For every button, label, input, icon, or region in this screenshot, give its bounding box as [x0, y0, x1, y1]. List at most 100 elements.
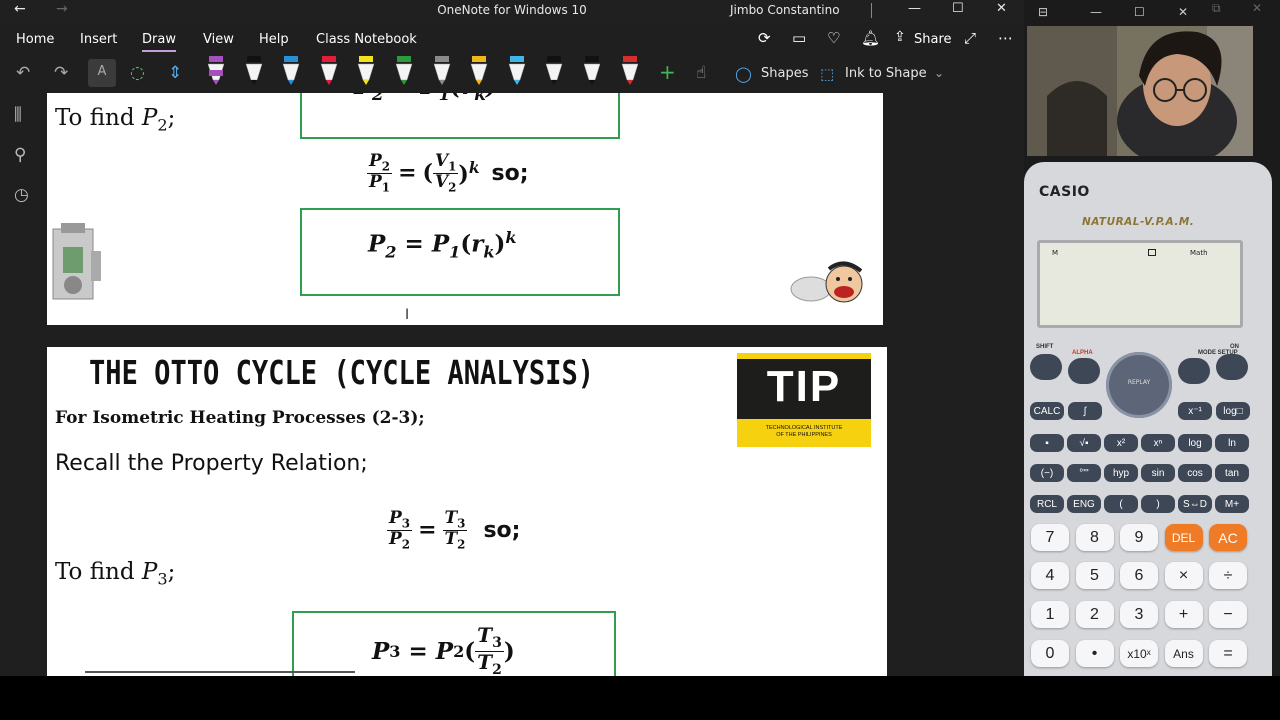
mode-key[interactable]: [1178, 358, 1210, 384]
func-key-3-4[interactable]: S⇔D: [1178, 495, 1212, 513]
bell-icon[interactable]: 🔔︎: [861, 29, 880, 47]
num-key-3-1[interactable]: •: [1075, 640, 1114, 667]
func-key-0-0[interactable]: CALC: [1030, 402, 1064, 420]
on-key[interactable]: [1216, 354, 1248, 380]
minimize-icon[interactable]: —: [908, 1, 921, 16]
add-pen-icon[interactable]: +: [659, 60, 676, 84]
more-icon[interactable]: ⋯: [998, 29, 1013, 47]
lightbulb-icon[interactable]: ♡: [827, 29, 840, 47]
num-key-1-2[interactable]: 6: [1120, 562, 1158, 589]
tab-help[interactable]: Help: [259, 32, 289, 47]
maximize-icon[interactable]: ☐: [952, 1, 964, 16]
notebooks-icon[interactable]: ⫼: [14, 105, 22, 125]
shapes-icon[interactable]: ◯: [735, 65, 752, 83]
num-key-3-4[interactable]: =: [1209, 640, 1247, 667]
shift-label: SHIFT: [1036, 344, 1054, 350]
pen-6-icon[interactable]: [392, 56, 416, 86]
func-key-0-1[interactable]: ∫: [1068, 402, 1102, 420]
func-key-3-0[interactable]: RCL: [1030, 495, 1064, 513]
share-icon[interactable]: ⇪: [894, 29, 906, 45]
func-key-3-2[interactable]: (: [1104, 495, 1138, 513]
num-key-2-0[interactable]: 1: [1031, 601, 1069, 628]
sync-icon[interactable]: ⟳: [758, 29, 771, 47]
pen-11-icon[interactable]: [580, 56, 604, 86]
num-key-2-4[interactable]: −: [1209, 601, 1247, 628]
expand-icon[interactable]: ⤢: [964, 29, 976, 47]
func-key-1-1[interactable]: √▪: [1067, 434, 1101, 452]
num-key-3-3[interactable]: Ans: [1164, 640, 1203, 667]
num-key-2-1[interactable]: 2: [1075, 601, 1114, 628]
calc-minimize-icon[interactable]: —: [1090, 5, 1102, 19]
func-key-1-5[interactable]: ln: [1215, 434, 1249, 452]
pen-12-icon[interactable]: [618, 56, 642, 86]
redo-icon[interactable]: ↷: [54, 63, 68, 83]
func-key-2-1[interactable]: °'": [1067, 464, 1101, 482]
alpha-key[interactable]: [1068, 358, 1100, 384]
func-key-2-2[interactable]: hyp: [1104, 464, 1138, 482]
close-icon[interactable]: ✕: [996, 1, 1007, 16]
close-2-icon[interactable]: ✕: [1252, 1, 1262, 15]
pen-8-icon[interactable]: [467, 56, 491, 86]
func-key-3-3[interactable]: ): [1141, 495, 1175, 513]
num-key-1-1[interactable]: 5: [1075, 562, 1114, 589]
pen-3-icon[interactable]: [279, 56, 303, 86]
num-key-0-3[interactable]: DEL: [1164, 524, 1203, 551]
pen-5-icon[interactable]: [354, 56, 378, 86]
pen-10-icon[interactable]: [542, 56, 566, 86]
restore-2-icon[interactable]: ⧉: [1212, 1, 1221, 16]
num-key-1-3[interactable]: ×: [1164, 562, 1203, 589]
num-key-0-0[interactable]: 7: [1031, 524, 1069, 551]
pen-9-icon[interactable]: [505, 56, 529, 86]
calc-close-icon[interactable]: ✕: [1178, 5, 1188, 19]
calc-maximize-icon[interactable]: ☐: [1134, 5, 1145, 19]
func-key-0-3[interactable]: log□: [1216, 402, 1250, 420]
replay-dpad[interactable]: REPLAY: [1106, 352, 1172, 418]
tab-class-notebook[interactable]: Class Notebook: [316, 32, 417, 47]
touch-drawing-icon[interactable]: ☝: [696, 63, 706, 83]
tab-insert[interactable]: Insert: [80, 32, 117, 47]
func-key-0-2[interactable]: x⁻¹: [1178, 402, 1212, 420]
tab-view[interactable]: View: [203, 32, 234, 47]
ink-to-shape-icon[interactable]: ⬚: [820, 65, 834, 83]
pen-2-icon[interactable]: [242, 56, 266, 86]
num-key-3-0[interactable]: 0: [1031, 640, 1069, 667]
shapes-button[interactable]: Shapes: [761, 66, 808, 81]
lasso-select-icon[interactable]: ◌: [130, 63, 145, 83]
func-key-1-4[interactable]: log: [1178, 434, 1212, 452]
ink-to-shape-button[interactable]: Ink to Shape: [845, 66, 927, 81]
pages-icon[interactable]: ▭: [792, 29, 806, 47]
search-icon[interactable]: ⚲: [14, 145, 26, 165]
func-key-2-4[interactable]: cos: [1178, 464, 1212, 482]
add-space-icon[interactable]: ⇕: [168, 63, 182, 83]
type-select-icon[interactable]: A: [88, 59, 116, 87]
func-key-2-5[interactable]: tan: [1215, 464, 1249, 482]
num-key-3-2[interactable]: x10ˣ: [1120, 640, 1158, 667]
num-key-2-3[interactable]: +: [1164, 601, 1203, 628]
func-key-2-0[interactable]: (−): [1030, 464, 1064, 482]
num-key-2-2[interactable]: 3: [1120, 601, 1158, 628]
func-key-1-2[interactable]: x²: [1104, 434, 1138, 452]
shift-key[interactable]: [1030, 354, 1062, 380]
func-key-2-3[interactable]: sin: [1141, 464, 1175, 482]
pen-1-icon[interactable]: [204, 56, 228, 86]
undo-icon[interactable]: ↶: [16, 63, 30, 83]
num-key-0-1[interactable]: 8: [1075, 524, 1114, 551]
tab-home[interactable]: Home: [16, 32, 54, 47]
num-key-1-0[interactable]: 4: [1031, 562, 1069, 589]
user-name[interactable]: Jimbo Constantino: [730, 3, 840, 17]
func-key-1-0[interactable]: ▪: [1030, 434, 1064, 452]
func-key-3-5[interactable]: M+: [1215, 495, 1249, 513]
func-key-1-3[interactable]: xⁿ: [1141, 434, 1175, 452]
num-key-1-4[interactable]: ÷: [1209, 562, 1247, 589]
restore-icon[interactable]: ⊟: [1038, 5, 1048, 19]
tab-draw[interactable]: Draw: [142, 32, 176, 52]
page-canvas[interactable]: P2 = P1(rk)k To find P2; P2P1 = (V1V2)k …: [47, 93, 1024, 676]
num-key-0-4[interactable]: AC: [1209, 524, 1247, 551]
func-key-3-1[interactable]: ENG: [1067, 495, 1101, 513]
num-key-0-2[interactable]: 9: [1120, 524, 1158, 551]
chevron-down-icon[interactable]: ⌄: [934, 66, 944, 80]
pen-7-icon[interactable]: [430, 56, 454, 86]
recent-icon[interactable]: ◷: [14, 185, 29, 205]
pen-4-icon[interactable]: [317, 56, 341, 86]
share-button[interactable]: Share: [914, 32, 952, 47]
